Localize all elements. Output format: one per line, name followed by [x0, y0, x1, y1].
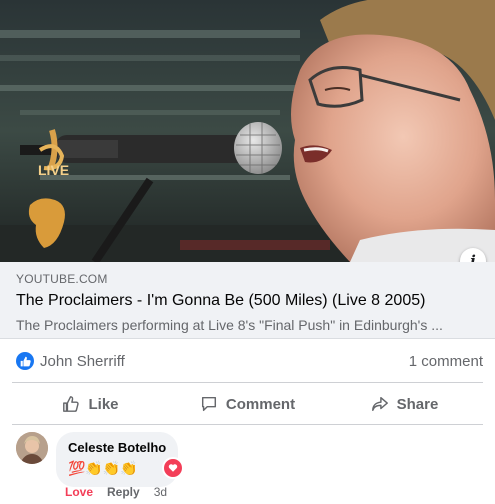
link-description: The Proclaimers performing at Live 8's "… — [16, 317, 443, 333]
link-title[interactable]: The Proclaimers - I'm Gonna Be (500 Mile… — [16, 292, 425, 310]
like-button[interactable]: Like — [12, 386, 169, 422]
share-label: Share — [396, 395, 439, 413]
svg-text:LIVE: LIVE — [38, 162, 69, 178]
reactor-names[interactable]: John Sherriff — [40, 353, 125, 370]
comment-bubble: Celeste Botelho 💯👏👏👏 — [56, 432, 179, 487]
share-icon — [371, 396, 388, 412]
comment-label: Comment — [225, 395, 296, 413]
divider — [12, 382, 483, 383]
comment-button[interactable]: Comment — [169, 386, 326, 422]
comment-time[interactable]: 3d — [154, 485, 167, 499]
love-button[interactable]: Love — [65, 485, 93, 499]
comment-count[interactable]: 1 comment — [409, 353, 483, 370]
like-label: Like — [88, 395, 119, 413]
link-domain: YOUTUBE.COM — [16, 272, 108, 286]
like-icon — [16, 352, 34, 370]
divider — [12, 424, 483, 425]
heart-icon[interactable] — [162, 457, 184, 479]
comment-author[interactable]: Celeste Botelho — [68, 440, 166, 456]
action-bar: Like Comment Share — [12, 386, 483, 422]
share-button[interactable]: Share — [326, 386, 483, 422]
comment-meta: Love Reply 3d — [65, 485, 167, 499]
comment-icon — [201, 396, 216, 412]
comment-text: 💯👏👏👏 — [68, 460, 138, 476]
avatar[interactable] — [16, 432, 48, 464]
thumbs-up-icon — [63, 396, 80, 412]
video-thumbnail[interactable]: LIVE i — [0, 0, 495, 262]
link-preview[interactable]: YOUTUBE.COM The Proclaimers - I'm Gonna … — [0, 262, 495, 339]
reaction-summary[interactable]: John Sherriff — [16, 352, 125, 370]
reply-button[interactable]: Reply — [107, 485, 140, 499]
thumbnail-image: LIVE — [0, 0, 495, 262]
